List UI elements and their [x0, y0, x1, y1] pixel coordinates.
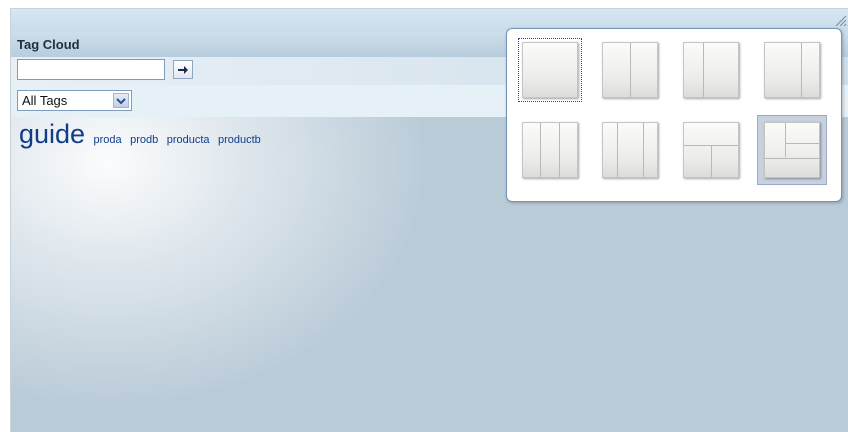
- tag-cloud: guide proda prodb producta productb: [19, 119, 261, 150]
- layout-top-columns-with-bottom-icon: [764, 122, 820, 178]
- layout-three-columns-icon: [522, 122, 578, 178]
- layout-two-columns-wide-left-icon: [764, 42, 820, 98]
- resize-corner-icon[interactable]: [835, 15, 847, 27]
- tag-link-producta[interactable]: producta: [167, 134, 210, 146]
- search-go-button[interactable]: [173, 60, 193, 79]
- layout-one-column-icon: [522, 42, 578, 98]
- layout-top-with-two-columns-icon: [683, 122, 739, 178]
- layout-picker-popup: [506, 28, 842, 202]
- layout-option-top-columns-with-bottom[interactable]: [757, 115, 827, 185]
- tag-filter-select[interactable]: All Tags: [17, 90, 132, 111]
- layout-two-columns-wide-right-icon: [683, 42, 739, 98]
- tag-link-guide[interactable]: guide: [19, 119, 85, 149]
- tag-search-input[interactable]: [17, 59, 165, 80]
- layout-option-two-columns-wide-right[interactable]: [678, 37, 744, 103]
- chevron-down-icon[interactable]: [113, 93, 129, 108]
- layout-option-three-columns-wide-center[interactable]: [597, 117, 663, 183]
- layout-two-columns-icon: [602, 42, 658, 98]
- layout-option-three-columns[interactable]: [517, 117, 583, 183]
- tag-link-proda[interactable]: proda: [94, 134, 122, 146]
- tag-link-productb[interactable]: productb: [218, 134, 261, 146]
- layout-option-two-columns[interactable]: [597, 37, 663, 103]
- layout-option-one-column[interactable]: [517, 37, 583, 103]
- tag-link-prodb[interactable]: prodb: [130, 134, 158, 146]
- arrow-right-icon: [178, 65, 188, 74]
- tag-filter-value: All Tags: [22, 93, 68, 108]
- layout-option-two-columns-wide-left[interactable]: [759, 37, 825, 103]
- layout-three-columns-wide-center-icon: [602, 122, 658, 178]
- layout-option-top-with-two-columns[interactable]: [678, 117, 744, 183]
- portlet-title: Tag Cloud: [17, 37, 80, 52]
